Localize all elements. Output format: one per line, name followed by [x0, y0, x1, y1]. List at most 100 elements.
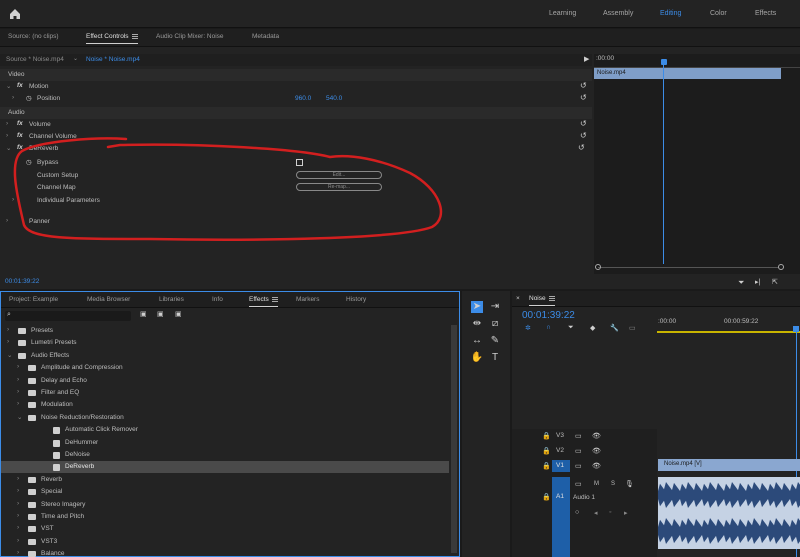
chevron-right-icon[interactable]: › — [6, 120, 8, 127]
type-tool-icon[interactable]: T — [488, 351, 502, 365]
export-icon[interactable]: ⇱ — [772, 278, 778, 286]
selection-tool-icon[interactable]: ➤ — [470, 300, 484, 314]
reset-icon[interactable]: ↺ — [580, 93, 587, 102]
fx-icon[interactable]: fx — [17, 120, 23, 127]
keyframe-icon[interactable]: ○ — [575, 509, 579, 516]
ripple-edit-icon[interactable]: ⇹ — [470, 317, 484, 331]
work-area-bar[interactable] — [657, 331, 800, 333]
list-item[interactable]: › Modulation — [1, 399, 449, 411]
track-v3[interactable]: 🔒 V3 ▭ 👁 — [512, 429, 657, 443]
motion-row[interactable]: ⌄ fx Motion ↺ — [0, 81, 592, 93]
tab-history[interactable]: History — [346, 296, 366, 303]
audio-clip[interactable] — [658, 477, 800, 549]
list-item[interactable]: ⌄ Audio Effects — [1, 350, 449, 362]
list-item[interactable]: › Presets — [1, 325, 449, 337]
video-clip[interactable]: Noise.mp4 [V] — [658, 459, 800, 471]
workspace-assembly[interactable]: Assembly — [603, 10, 633, 17]
track-v1[interactable]: 🔒 V1 ▭ 👁 — [512, 459, 657, 473]
reset-icon[interactable]: ↺ — [580, 131, 587, 140]
pen-icon[interactable]: ✎ — [488, 334, 502, 348]
stopwatch-icon[interactable]: ◷ — [26, 94, 32, 102]
timeline-timecode[interactable]: 00:01:39:22 — [522, 310, 575, 321]
accelerated-effects-icon[interactable]: ▣ — [140, 310, 147, 318]
play-icon[interactable]: ▶ — [584, 55, 589, 63]
workspace-editing[interactable]: Editing — [660, 10, 681, 17]
list-item[interactable]: › Reverb — [1, 474, 449, 486]
linked-selection-icon[interactable]: ∩ — [546, 324, 551, 331]
lock-icon[interactable]: 🔒 — [542, 447, 551, 455]
eye-icon[interactable]: 👁 — [592, 432, 601, 440]
position-y-value[interactable]: 540.0 — [326, 95, 342, 102]
chevron-right-icon[interactable]: › — [17, 549, 19, 556]
reset-icon[interactable]: ↺ — [580, 119, 587, 128]
reset-icon[interactable]: ↺ — [580, 81, 587, 90]
chevron-down-icon[interactable]: ⌄ — [6, 82, 11, 90]
home-icon[interactable] — [8, 7, 22, 21]
list-item[interactable]: › Lumetri Presets — [1, 337, 449, 349]
chevron-down-icon[interactable]: ⌄ — [73, 55, 78, 62]
tab-sequence[interactable]: Noise — [529, 295, 555, 306]
mini-timeline[interactable]: :00:00 Noise.mp4 — [594, 54, 800, 274]
chevron-right-icon[interactable]: › — [17, 500, 19, 507]
tab-effect-controls[interactable]: Effect Controls — [86, 33, 138, 44]
add-marker-icon[interactable]: ⏷ — [568, 324, 574, 332]
panel-menu-icon[interactable] — [548, 295, 555, 301]
lock-icon[interactable]: 🔒 — [542, 432, 551, 440]
track-a1[interactable]: 🔒 A1 ▭ M S 🎙 Audio 1 ○ ◂ ◦ ▸ — [512, 477, 657, 557]
32bit-effects-icon[interactable]: ▣ — [157, 310, 164, 318]
sync-icon[interactable]: ▭ — [575, 447, 582, 455]
track-a1-target[interactable] — [552, 477, 570, 557]
list-item[interactable]: › VST — [1, 523, 449, 535]
chevron-right-icon[interactable]: › — [17, 363, 19, 370]
search-field[interactable]: ⌕ — [5, 311, 131, 321]
marker-icon[interactable]: ◆ — [590, 324, 595, 332]
wrench-icon[interactable]: 🔧 — [610, 324, 619, 332]
tab-markers[interactable]: Markers — [296, 296, 319, 303]
prev-keyframe-icon[interactable]: ◂ — [594, 509, 598, 517]
chevron-down-icon[interactable]: ⌄ — [7, 351, 12, 359]
chevron-right-icon[interactable]: › — [17, 376, 19, 383]
position-x-value[interactable]: 960.0 — [295, 95, 311, 102]
slip-icon[interactable]: ↔ — [470, 334, 484, 348]
filter-icon[interactable]: ⏷ — [738, 278, 744, 288]
list-item[interactable]: ⌄ Noise Reduction/Restoration — [1, 412, 449, 424]
eye-icon[interactable]: 👁 — [592, 462, 601, 470]
tab-info[interactable]: Info — [212, 296, 223, 303]
tab-metadata[interactable]: Metadata — [252, 33, 279, 40]
list-item[interactable]: › Filter and EQ — [1, 387, 449, 399]
hand-icon[interactable]: ✋ — [470, 351, 484, 365]
scroll-handle-left[interactable] — [595, 264, 601, 270]
sync-icon[interactable]: ▭ — [575, 432, 582, 440]
list-item[interactable]: › Delay and Echo — [1, 375, 449, 387]
lock-icon[interactable]: 🔒 — [542, 462, 551, 470]
effect-controls-timecode[interactable]: 00:01:39:22 — [5, 278, 39, 285]
sync-icon[interactable]: ▭ — [575, 480, 582, 488]
source-clip-label[interactable]: Source * Noise.mp4 — [6, 56, 64, 63]
list-item[interactable]: › Stereo Imagery — [1, 499, 449, 511]
chevron-right-icon[interactable]: › — [17, 512, 19, 519]
list-item[interactable]: DeNoise — [1, 449, 449, 461]
tab-project[interactable]: Project: Example — [9, 296, 58, 303]
workspace-learning[interactable]: Learning — [549, 10, 576, 17]
list-item[interactable]: DeHummer — [1, 437, 449, 449]
list-item[interactable]: › Time and Pitch — [1, 511, 449, 523]
lock-icon[interactable]: 🔒 — [542, 493, 551, 501]
tab-libraries[interactable]: Libraries — [159, 296, 184, 303]
seq-clip-label[interactable]: Noise * Noise.mp4 — [86, 56, 140, 63]
solo-button[interactable]: S — [611, 481, 615, 487]
list-item[interactable]: › VST3 — [1, 536, 449, 548]
eye-icon[interactable]: 👁 — [592, 447, 601, 455]
track-v2-label[interactable]: V2 — [556, 447, 564, 454]
track-v1-label[interactable]: V1 — [556, 462, 564, 469]
yuv-effects-icon[interactable]: ▣ — [175, 310, 182, 318]
add-keyframe-icon[interactable]: ◦ — [609, 509, 611, 516]
captions-icon[interactable]: ▭ — [629, 324, 636, 332]
position-row[interactable]: › ◷ Position 960.0 540.0 ↺ — [0, 93, 592, 105]
list-item[interactable]: DeReverb — [1, 461, 449, 474]
mini-scrollbar[interactable] — [598, 267, 778, 268]
panel-menu-icon[interactable] — [131, 33, 138, 39]
chevron-right-icon[interactable]: › — [17, 524, 19, 531]
reset-icon[interactable]: ↺ — [578, 143, 585, 152]
mini-clip[interactable]: Noise.mp4 — [594, 68, 781, 79]
razor-icon[interactable]: ⧄ — [488, 317, 502, 331]
